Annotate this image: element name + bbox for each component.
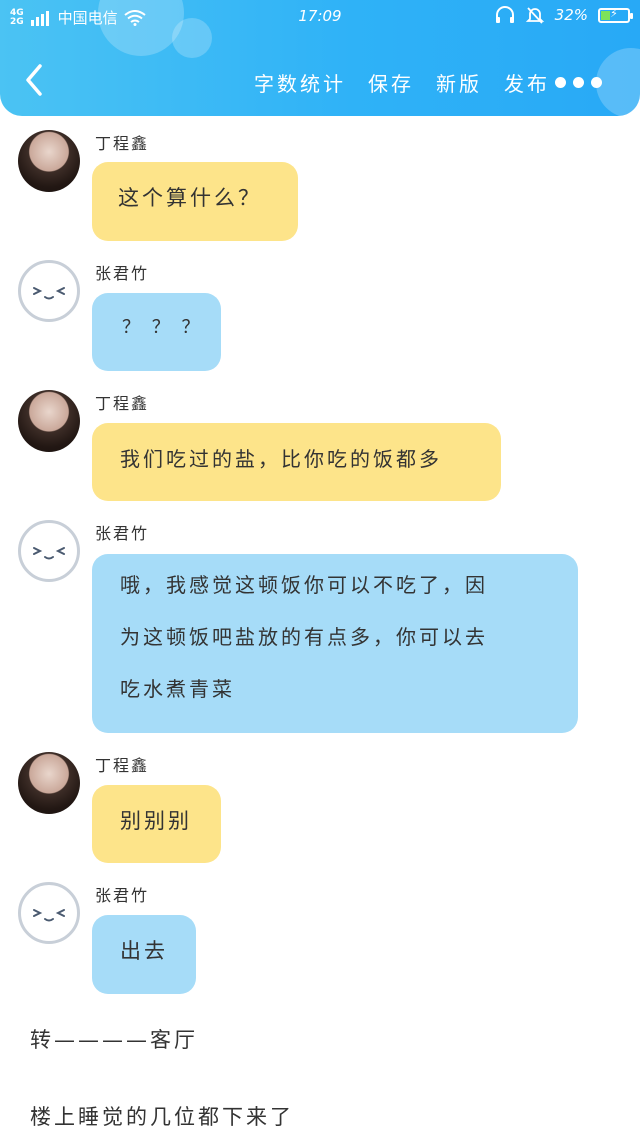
smiley-face-icon	[33, 909, 65, 922]
status-bar: 4G 2G 中国电信 17:09 32% ⚡	[0, 0, 640, 34]
message-bubble: 出去	[92, 915, 196, 994]
battery-icon: ⚡	[598, 7, 633, 23]
battery-percent: 32%	[554, 6, 588, 24]
sender-name: 张君竹	[95, 264, 150, 283]
narration-line: 楼上睡觉的几位都下来了	[30, 1105, 294, 1129]
message-text: 出去	[120, 939, 168, 963]
narration-line: 转————客厅	[30, 1028, 198, 1052]
message-text: ？ ？ ？	[122, 317, 203, 338]
headphones-icon	[495, 6, 514, 23]
sender-name: 丁程鑫	[95, 756, 150, 775]
message-text-line: 吃水煮青菜	[120, 677, 235, 701]
sender-name: 丁程鑫	[95, 134, 150, 153]
message-text: 我们吃过的盐，比你吃的饭都多	[120, 447, 442, 471]
message-bubble: 这个算什么？	[92, 162, 298, 241]
avatar[interactable]	[18, 130, 80, 192]
avatar[interactable]	[18, 520, 80, 582]
message-bubble: 别别别	[92, 785, 221, 863]
more-options-button[interactable]	[555, 77, 602, 88]
save-button[interactable]: 保存	[368, 68, 414, 97]
publish-button[interactable]: 发布	[504, 68, 550, 97]
message-text-line: 哦，我感觉这顿饭你可以不吃了，因	[120, 573, 488, 597]
word-count-button[interactable]: 字数统计	[254, 68, 346, 97]
avatar[interactable]	[18, 882, 80, 944]
smiley-face-icon	[33, 547, 65, 560]
message-text: 这个算什么？	[118, 186, 262, 210]
message-text: 别别别	[120, 809, 192, 833]
mute-bell-icon	[525, 7, 544, 24]
avatar[interactable]	[18, 260, 80, 322]
app-header: 4G 2G 中国电信 17:09 32% ⚡ 字数统计 保存 新版 发布	[0, 0, 640, 116]
message-bubble: ？ ？ ？	[92, 293, 221, 371]
sender-name: 丁程鑫	[95, 394, 150, 413]
message-bubble: 我们吃过的盐，比你吃的饭都多	[92, 423, 501, 501]
smiley-face-icon	[33, 287, 65, 300]
sender-name: 张君竹	[95, 886, 150, 905]
message-text-line: 为这顿饭吧盐放的有点多，你可以去	[120, 625, 488, 649]
back-button[interactable]	[20, 62, 50, 98]
new-version-button[interactable]: 新版	[436, 68, 482, 97]
message-bubble: 哦，我感觉这顿饭你可以不吃了，因 为这顿饭吧盐放的有点多，你可以去 吃水煮青菜	[92, 554, 578, 733]
sender-name: 张君竹	[95, 524, 150, 543]
avatar[interactable]	[18, 752, 80, 814]
avatar[interactable]	[18, 390, 80, 452]
nav-bar: 字数统计 保存 新版 发布	[0, 50, 640, 112]
chevron-left-icon	[26, 64, 42, 96]
